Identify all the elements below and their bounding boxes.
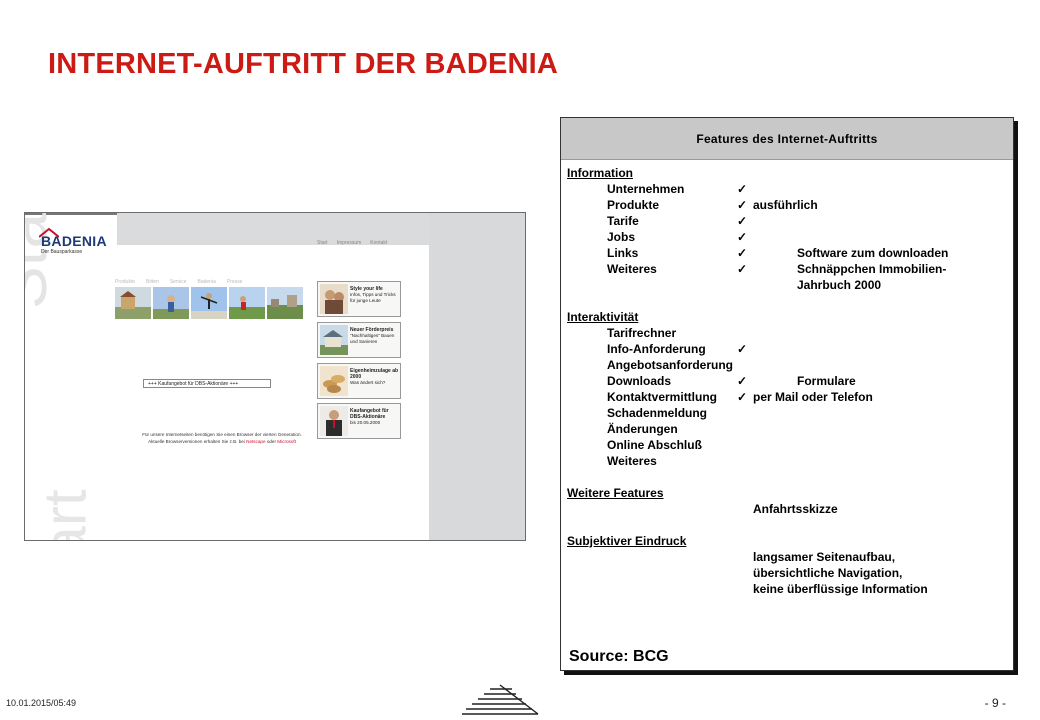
features-panel: Features des Internet-Auftritts Informat…: [560, 117, 1014, 671]
feature-jobs: Jobs: [607, 230, 636, 244]
check-icon: ✓: [737, 182, 748, 196]
note-weiteres-info-2: Jahrbuch 2000: [797, 278, 882, 292]
nav-produkte[interactable]: Produkte: [115, 279, 135, 285]
eindruck-line-2: übersichtliche Navigation,: [753, 566, 903, 580]
netscape-link[interactable]: Netscape: [246, 439, 265, 444]
website-screenshot: Start art BADENIA Der Bausparkasse Start…: [24, 212, 526, 541]
nav-badenia[interactable]: Badenia: [198, 279, 216, 285]
check-icon: ✓: [737, 390, 748, 404]
promo-card-eigenheimzulage[interactable]: Eigenheimzulage ab 2000 Was ändert sich?: [317, 363, 401, 399]
features-header: Features des Internet-Auftritts: [561, 118, 1013, 160]
promo-card-foerderpreis[interactable]: Neuer Förderpreis "Nachhaltiges" Bauen un…: [317, 322, 401, 358]
house-photo: [320, 325, 348, 355]
section-subjektiver-eindruck: Subjektiver Eindruck: [567, 534, 687, 548]
feature-weiteres-info: Weiteres: [607, 262, 657, 276]
photo-badenia[interactable]: [229, 287, 265, 319]
people-photo: [320, 284, 348, 314]
topnav-kontakt[interactable]: Kontakt: [370, 240, 387, 246]
start-watermark-lower: art: [31, 489, 99, 541]
section-interaktivitaet: Interaktivität: [567, 310, 639, 324]
browser-note-line2: Aktuelle Browserversionen erhalten Sie z…: [148, 439, 296, 444]
page-number: - 9 -: [984, 696, 1006, 710]
section-information: Information: [567, 166, 633, 180]
nav-bitten[interactable]: Bitten: [146, 279, 159, 285]
note-produkte: ausführlich: [753, 198, 818, 212]
check-icon: ✓: [737, 230, 748, 244]
page-title: INTERNET-AUFTRITT DER BADENIA: [48, 48, 559, 80]
section-weitere-features: Weitere Features: [567, 486, 664, 500]
feature-unternehmen: Unternehmen: [607, 182, 685, 196]
check-icon: ✓: [737, 342, 748, 356]
feature-kontaktvermittlung: Kontaktvermittlung: [607, 390, 718, 404]
promo-card-style-your-life[interactable]: Style your life Infos, Tipps und Tricks f…: [317, 281, 401, 317]
photo-bitten[interactable]: [153, 287, 189, 319]
badenia-logo: BADENIA: [41, 233, 107, 249]
bcg-pyramid-logo: [462, 684, 539, 715]
note-downloads: Formulare: [797, 374, 856, 388]
check-icon: ✓: [737, 262, 748, 276]
promo-card-kaufangebot[interactable]: Kaufangebot für DBS-Aktionäre bis 20.05.2…: [317, 403, 401, 439]
badenia-logo-sub: Der Bausparkasse: [41, 249, 83, 255]
kaufangebot-banner[interactable]: +++ Kaufangebot für DBS-Aktionäre +++: [143, 379, 271, 388]
businessman-photo: [320, 406, 348, 436]
eindruck-line-1: langsamer Seitenaufbau,: [753, 550, 896, 564]
browser-note-line1: Für unsere Internetseiten benötigen Sie …: [142, 432, 302, 437]
eindruck-line-3: keine überflüssige Information: [753, 582, 928, 596]
source-note: Source: BCG: [569, 648, 669, 665]
browser-note: Für unsere Internetseiten benötigen Sie …: [117, 431, 327, 445]
feature-downloads: Downloads: [607, 374, 672, 388]
section-nav: Produkte Bitten Service Badenia Presse: [115, 279, 242, 285]
note-links: Software zum downloaden: [797, 246, 949, 260]
topnav-start[interactable]: Start: [317, 240, 328, 246]
top-nav: Start Impressum Kontakt: [317, 240, 387, 246]
feature-tarifrechner: Tarifrechner: [607, 326, 677, 340]
nav-presse[interactable]: Presse: [227, 279, 243, 285]
feature-angebotsanforderung: Angebotsanforderung: [607, 358, 733, 372]
topnav-impressum[interactable]: Impressum: [337, 240, 362, 246]
right-band: [429, 213, 525, 540]
note-anfahrtsskizze: Anfahrtsskizze: [753, 502, 838, 516]
coins-photo: [320, 366, 348, 396]
photo-presse[interactable]: [267, 287, 303, 319]
feature-links: Links: [607, 246, 639, 260]
note-kontaktvermittlung: per Mail oder Telefon: [753, 390, 873, 404]
check-icon: ✓: [737, 198, 748, 212]
feature-tarife: Tarife: [607, 214, 639, 228]
check-icon: ✓: [737, 214, 748, 228]
check-icon: ✓: [737, 246, 748, 260]
microsoft-link[interactable]: Microsoft: [277, 439, 296, 444]
check-icon: ✓: [737, 374, 748, 388]
nav-service[interactable]: Service: [170, 279, 187, 285]
nav-photo-strip: [115, 287, 303, 319]
feature-schadenmeldung: Schadenmeldung: [607, 406, 708, 420]
feature-produkte: Produkte: [607, 198, 660, 212]
photo-service[interactable]: [191, 287, 227, 319]
footer-date: 10.01.2015/05:49: [6, 698, 77, 708]
feature-aenderungen: Änderungen: [607, 422, 678, 436]
feature-weiteres-interaktiv: Weiteres: [607, 454, 657, 468]
photo-produkte[interactable]: [115, 287, 151, 319]
note-weiteres-info: Schnäppchen Immobilien-: [797, 262, 947, 276]
feature-online-abschluss: Online Abschluß: [607, 438, 702, 452]
feature-info-anforderung: Info-Anforderung: [607, 342, 706, 356]
